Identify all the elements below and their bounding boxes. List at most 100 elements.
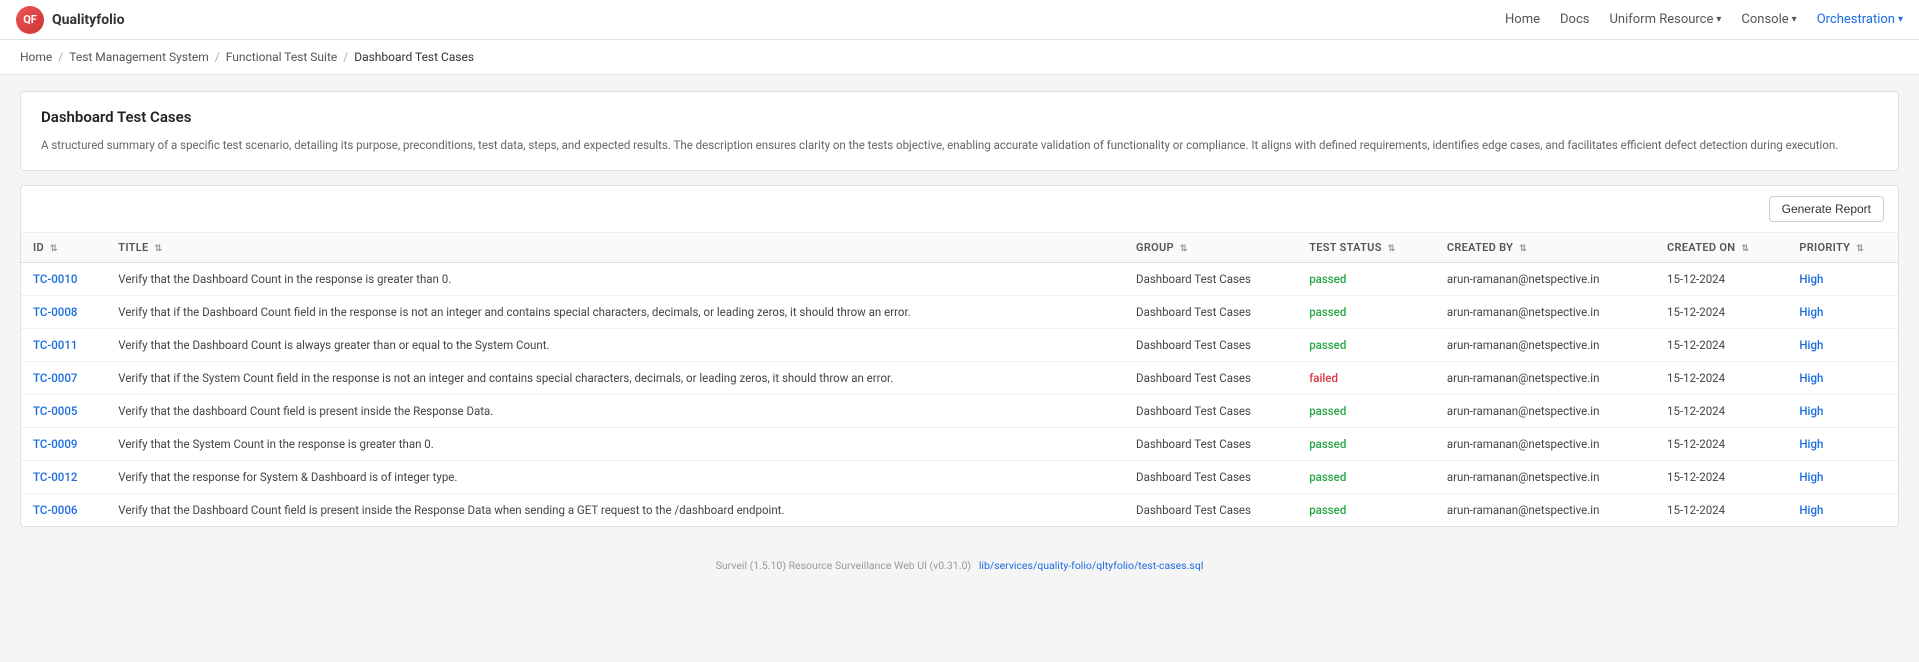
table-header: ID ⇅ TITLE ⇅ GROUP ⇅ TEST STATUS ⇅ [21, 233, 1898, 263]
nav-console-label: Console [1741, 12, 1788, 27]
nav-docs[interactable]: Docs [1560, 12, 1589, 27]
cell-created-on: 15-12-2024 [1655, 296, 1787, 329]
col-id: ID ⇅ [21, 233, 106, 263]
cell-status: passed [1297, 428, 1435, 461]
table-row: TC-0010 Verify that the Dashboard Count … [21, 263, 1898, 296]
tc-id-link[interactable]: TC-0011 [33, 338, 77, 352]
cell-status: passed [1297, 296, 1435, 329]
breadcrumb-fts[interactable]: Functional Test Suite [226, 50, 338, 64]
cell-id: TC-0011 [21, 329, 106, 362]
cell-title: Verify that if the Dashboard Count field… [106, 296, 1124, 329]
priority-badge: High [1799, 470, 1823, 484]
nav-console[interactable]: Console ▾ [1741, 12, 1796, 27]
priority-badge: High [1799, 404, 1823, 418]
cell-title: Verify that if the System Count field in… [106, 362, 1124, 395]
tc-id-link[interactable]: TC-0007 [33, 371, 77, 385]
cell-id: TC-0010 [21, 263, 106, 296]
cell-group: Dashboard Test Cases [1124, 296, 1297, 329]
footer: Surveil (1.5.10) Resource Surveillance W… [0, 543, 1919, 588]
cell-created-on: 15-12-2024 [1655, 428, 1787, 461]
cell-status: failed [1297, 362, 1435, 395]
table-section: Generate Report ID ⇅ TITLE ⇅ GROUP ⇅ [20, 185, 1899, 527]
priority-badge: High [1799, 272, 1823, 286]
col-title: TITLE ⇅ [106, 233, 1124, 263]
nav-console-chevron: ▾ [1792, 14, 1797, 25]
breadcrumb-home[interactable]: Home [20, 50, 52, 64]
cell-group: Dashboard Test Cases [1124, 395, 1297, 428]
cell-created-by: arun-ramanan@netspective.in [1435, 461, 1655, 494]
nav-orchestration[interactable]: Orchestration ▾ [1817, 12, 1903, 27]
col-priority-sort-icon[interactable]: ⇅ [1856, 244, 1864, 254]
table-row: TC-0006 Verify that the Dashboard Count … [21, 494, 1898, 527]
status-badge: failed [1309, 371, 1338, 385]
cell-priority: High [1787, 395, 1898, 428]
nav-orchestration-label: Orchestration [1817, 12, 1895, 27]
breadcrumb-tms[interactable]: Test Management System [69, 50, 209, 64]
col-test-status-sort-icon[interactable]: ⇅ [1388, 244, 1396, 254]
cell-created-by: arun-ramanan@netspective.in [1435, 329, 1655, 362]
cell-group: Dashboard Test Cases [1124, 428, 1297, 461]
generate-report-button[interactable]: Generate Report [1769, 196, 1884, 222]
cell-created-by: arun-ramanan@netspective.in [1435, 362, 1655, 395]
brand: QF Qualityfolio [16, 6, 125, 34]
nav-uniform-resource-chevron: ▾ [1716, 14, 1721, 25]
cell-priority: High [1787, 461, 1898, 494]
footer-link[interactable]: lib/services/quality-folio/qltyfolio/tes… [979, 559, 1204, 572]
col-created-by: CREATED BY ⇅ [1435, 233, 1655, 263]
nav-home[interactable]: Home [1505, 12, 1540, 27]
status-badge: passed [1309, 437, 1346, 451]
cell-title: Verify that the dashboard Count field is… [106, 395, 1124, 428]
cell-group: Dashboard Test Cases [1124, 263, 1297, 296]
priority-badge: High [1799, 437, 1823, 451]
col-group: GROUP ⇅ [1124, 233, 1297, 263]
table-body: TC-0010 Verify that the Dashboard Count … [21, 263, 1898, 527]
cell-title: Verify that the response for System & Da… [106, 461, 1124, 494]
cell-created-on: 15-12-2024 [1655, 461, 1787, 494]
cell-priority: High [1787, 428, 1898, 461]
tc-id-link[interactable]: TC-0009 [33, 437, 77, 451]
cell-status: passed [1297, 329, 1435, 362]
cell-created-on: 15-12-2024 [1655, 362, 1787, 395]
col-created-by-sort-icon[interactable]: ⇅ [1519, 244, 1527, 254]
table-header-row: ID ⇅ TITLE ⇅ GROUP ⇅ TEST STATUS ⇅ [21, 233, 1898, 263]
test-cases-table: ID ⇅ TITLE ⇅ GROUP ⇅ TEST STATUS ⇅ [21, 233, 1898, 526]
col-id-sort-icon[interactable]: ⇅ [50, 244, 58, 254]
status-badge: passed [1309, 503, 1346, 517]
tc-id-link[interactable]: TC-0008 [33, 305, 77, 319]
cell-priority: High [1787, 362, 1898, 395]
breadcrumb-sep-2: / [215, 50, 220, 64]
col-created-on-sort-icon[interactable]: ⇅ [1741, 244, 1749, 254]
col-title-sort-icon[interactable]: ⇅ [155, 244, 163, 254]
cell-title: Verify that the Dashboard Count field is… [106, 494, 1124, 527]
table-row: TC-0012 Verify that the response for Sys… [21, 461, 1898, 494]
cell-id: TC-0005 [21, 395, 106, 428]
breadcrumb-current: Dashboard Test Cases [354, 50, 474, 64]
tc-id-link[interactable]: TC-0006 [33, 503, 77, 517]
cell-title: Verify that the Dashboard Count is alway… [106, 329, 1124, 362]
navbar-nav: Home Docs Uniform Resource ▾ Console ▾ O… [1505, 12, 1903, 27]
tc-id-link[interactable]: TC-0010 [33, 272, 77, 286]
cell-priority: High [1787, 494, 1898, 527]
cell-group: Dashboard Test Cases [1124, 494, 1297, 527]
page-card: Dashboard Test Cases A structured summar… [20, 91, 1899, 171]
status-badge: passed [1309, 404, 1346, 418]
tc-id-link[interactable]: TC-0005 [33, 404, 77, 418]
col-priority: PRIORITY ⇅ [1787, 233, 1898, 263]
cell-created-on: 15-12-2024 [1655, 395, 1787, 428]
col-group-sort-icon[interactable]: ⇅ [1180, 244, 1188, 254]
cell-created-by: arun-ramanan@netspective.in [1435, 428, 1655, 461]
status-badge: passed [1309, 470, 1346, 484]
cell-created-by: arun-ramanan@netspective.in [1435, 494, 1655, 527]
cell-priority: High [1787, 263, 1898, 296]
tc-id-link[interactable]: TC-0012 [33, 470, 77, 484]
priority-badge: High [1799, 371, 1823, 385]
priority-badge: High [1799, 338, 1823, 352]
nav-uniform-resource-label: Uniform Resource [1609, 12, 1713, 27]
status-badge: passed [1309, 305, 1346, 319]
table-row: TC-0008 Verify that if the Dashboard Cou… [21, 296, 1898, 329]
nav-uniform-resource[interactable]: Uniform Resource ▾ [1609, 12, 1721, 27]
cell-created-on: 15-12-2024 [1655, 329, 1787, 362]
cell-id: TC-0012 [21, 461, 106, 494]
cell-id: TC-0006 [21, 494, 106, 527]
cell-created-on: 15-12-2024 [1655, 494, 1787, 527]
